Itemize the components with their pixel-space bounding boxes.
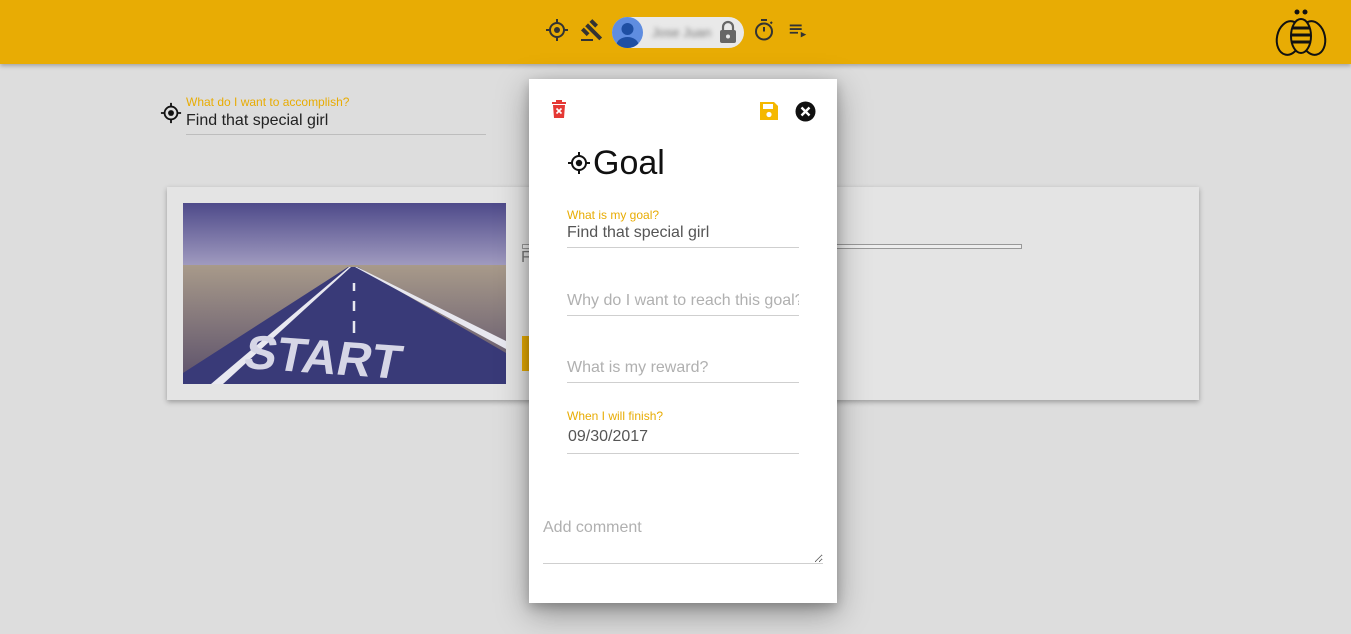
accomplish-value[interactable]: Find that special girl [186,112,328,130]
bee-logo-icon[interactable] [1274,6,1328,63]
top-app-bar: Jose Juan [0,0,1351,64]
goal-target-icon [160,102,182,129]
accomplish-label: What do I want to accomplish? [186,95,350,109]
comment-textarea[interactable] [543,519,823,564]
road-start-image: START [183,203,506,384]
close-icon [795,101,815,121]
finish-date-input[interactable] [567,428,799,454]
playlist-icon[interactable] [785,17,811,43]
dialog-title-text: Goal [593,144,665,182]
close-button[interactable] [794,100,816,122]
goal-target-icon[interactable] [544,17,570,43]
save-button[interactable] [758,100,780,122]
reward-input[interactable] [567,359,799,383]
start-image-text: START [240,326,407,384]
goal-input[interactable] [567,224,799,248]
field-underline [186,134,486,135]
goal-target-icon [568,152,590,174]
gavel-icon[interactable] [579,17,605,43]
timer-icon[interactable] [751,17,777,43]
why-input[interactable] [567,292,799,316]
save-icon [760,102,778,120]
goal-dialog: Goal What is my goal? When I will finish… [529,79,837,603]
user-avatar-icon [612,17,643,48]
user-name: Jose Juan [652,25,712,40]
lock-icon[interactable] [718,20,738,49]
finish-label: When I will finish? [567,409,664,423]
dialog-title: Goal [567,143,665,183]
user-account-chip[interactable]: Jose Juan [612,17,744,48]
delete-icon [552,100,566,118]
delete-button[interactable] [549,99,569,119]
goal-label: What is my goal? [567,208,660,222]
